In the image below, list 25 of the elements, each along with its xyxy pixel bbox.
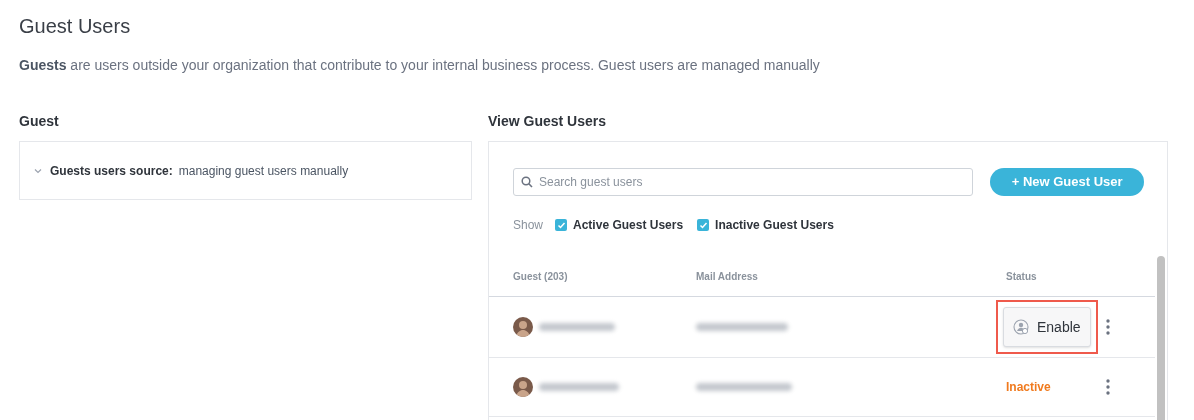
checkbox[interactable] — [555, 219, 568, 231]
section-heading: View Guest Users — [488, 112, 608, 131]
source-label: Guests users source: — [50, 162, 173, 180]
checkbox[interactable] — [697, 219, 710, 231]
more-options-icon[interactable] — [1106, 319, 1110, 335]
scrollbar-thumb[interactable] — [1157, 256, 1165, 420]
user-check-icon — [1013, 319, 1029, 335]
page-description: Guests are users outside your organization that contribute to your internal business process. Guest users are managed manually — [19, 56, 821, 75]
section-heading: Guest — [19, 112, 60, 131]
column-header: Mail Address — [696, 270, 759, 284]
more-options-icon[interactable] — [1106, 379, 1110, 395]
search-field[interactable]: Search guest users — [513, 168, 974, 196]
filter-label: Show — [513, 217, 544, 234]
checkbox-label: Active Guest Users — [573, 217, 684, 234]
avatar-icon — [513, 317, 533, 337]
column-header: Status — [1006, 270, 1038, 284]
enable-button[interactable]: Enable — [1003, 307, 1091, 347]
avatar-icon — [513, 377, 533, 397]
checkbox-label: Inactive Guest Users — [715, 217, 834, 234]
page-title: Guest Users — [19, 14, 132, 38]
column-header: Guest (203) — [513, 270, 569, 284]
source-value: managing guest users manually — [178, 162, 349, 180]
search-icon — [521, 176, 533, 188]
chevron-icon[interactable] — [34, 166, 42, 175]
status-text: Inactive — [1006, 379, 1051, 396]
